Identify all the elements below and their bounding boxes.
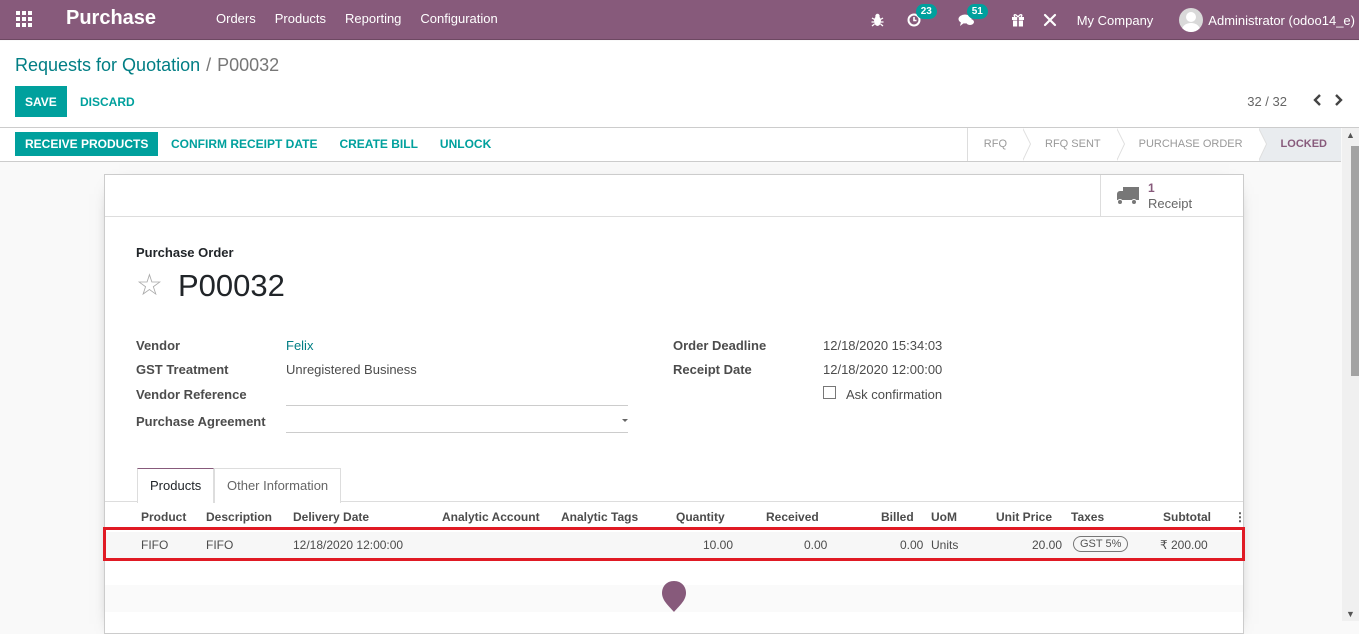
vendor-reference-input[interactable] — [286, 386, 628, 406]
activity-clock-icon[interactable]: 23 — [907, 4, 937, 27]
gift-icon[interactable] — [1011, 13, 1025, 27]
smart-button-box: 1 Receipt — [105, 175, 1243, 217]
control-panel: Requests for Quotation / P00032 SAVE DISCA… — [0, 41, 1359, 128]
col-delivery-date[interactable]: Delivery Date — [293, 510, 369, 524]
col-unit-price[interactable]: Unit Price — [996, 510, 1052, 524]
company-switcher[interactable]: My Company — [1077, 13, 1154, 28]
breadcrumb-current: P00032 — [217, 55, 280, 75]
apps-menu-icon[interactable] — [16, 11, 32, 27]
ask-confirmation-checkbox[interactable] — [823, 386, 836, 399]
status-bar-actions: CONFIRM RECEIPT DATE CREATE BILL UNLOCK — [160, 132, 502, 156]
cell-delivery-date: 12/18/2020 12:00:00 — [293, 538, 404, 552]
confirm-receipt-date-button[interactable]: CONFIRM RECEIPT DATE — [160, 132, 328, 156]
user-name: Administrator (odoo14_e) — [1208, 12, 1355, 28]
scroll-thumb[interactable] — [1351, 146, 1359, 376]
vendor-label: Vendor — [136, 338, 181, 353]
star-icon[interactable]: ☆ — [136, 270, 163, 302]
scroll-up-icon[interactable]: ▲ — [1346, 130, 1355, 140]
truck-icon — [1117, 187, 1139, 205]
order-name: P00032 — [178, 268, 285, 303]
col-billed[interactable]: Billed — [881, 510, 914, 524]
cell-quantity: 10.00 — [703, 538, 734, 552]
systray: 23 51 My Company Administrator (odoo14_e… — [871, 0, 1359, 40]
unlock-button[interactable]: UNLOCK — [429, 132, 502, 156]
order-deadline-label: Order Deadline — [673, 338, 767, 353]
messages-count-badge: 51 — [966, 4, 988, 19]
ask-confirmation-label: Ask confirmation — [846, 387, 943, 402]
cell-subtotal: ₹ 200.00 — [1160, 538, 1208, 552]
pager-previous-icon[interactable] — [1313, 93, 1322, 110]
col-analytic-account[interactable]: Analytic Account — [442, 510, 540, 524]
form-title-label: Purchase Order — [136, 245, 234, 260]
cell-product: FIFO — [141, 538, 169, 552]
gst-treatment-value: Unregistered Business — [286, 362, 417, 377]
col-description[interactable]: Description — [206, 510, 272, 524]
app-name: Purchase — [66, 7, 157, 29]
top-navbar: Purchase Orders Products Reporting Confi… — [0, 0, 1359, 40]
col-quantity[interactable]: Quantity — [676, 510, 725, 524]
menu-configuration[interactable]: Configuration — [420, 11, 497, 26]
status-bar: RECEIVE PRODUCTS CONFIRM RECEIPT DATE CR… — [0, 128, 1341, 162]
messages-chat-icon[interactable]: 51 — [958, 4, 988, 27]
scroll-down-icon[interactable]: ▼ — [1346, 609, 1355, 619]
col-received[interactable]: Received — [766, 510, 819, 524]
tab-products[interactable]: Products — [137, 468, 215, 503]
col-taxes[interactable]: Taxes — [1071, 510, 1104, 524]
cell-billed: 0.00 — [900, 538, 924, 552]
pager-next-icon[interactable] — [1334, 93, 1343, 110]
status-stages: RFQ RFQ SENT PURCHASE ORDER LOCKED — [966, 128, 1341, 161]
cell-unit-price: 20.00 — [1032, 538, 1063, 552]
breadcrumb-separator: / — [206, 55, 212, 75]
stage-rfq[interactable]: RFQ — [967, 128, 1032, 161]
chevron-down-icon — [622, 419, 628, 422]
activity-count-badge: 23 — [915, 4, 937, 19]
user-menu[interactable]: Administrator (odoo14_e) — [1179, 8, 1355, 32]
receipt-smart-button[interactable]: 1 Receipt — [1100, 175, 1243, 217]
vendor-value[interactable]: Felix — [286, 338, 313, 353]
breadcrumb: Requests for Quotation / P00032 — [15, 55, 279, 76]
main-menu: Orders Products Reporting Configuration — [216, 11, 517, 26]
table-header: Product Description Delivery Date Analyt… — [105, 503, 1246, 531]
tax-tag: GST 5% — [1073, 536, 1129, 552]
menu-orders[interactable]: Orders — [216, 11, 256, 26]
col-analytic-tags[interactable]: Analytic Tags — [561, 510, 638, 524]
form-sheet: 1 Receipt Purchase Order ☆ P00032 Vendor… — [103, 174, 1246, 634]
avatar — [1179, 8, 1204, 32]
receipt-count: 1 — [1148, 181, 1155, 195]
debug-bug-icon[interactable] — [871, 13, 884, 27]
page-scrollbar[interactable]: ▲ ▼ — [1342, 128, 1359, 621]
breadcrumb-parent[interactable]: Requests for Quotation — [15, 55, 200, 75]
receive-products-button[interactable]: RECEIVE PRODUCTS — [15, 132, 159, 156]
tab-other-information[interactable]: Other Information — [214, 468, 342, 503]
pager: 32 / 32 — [1247, 93, 1343, 110]
order-deadline-value: 12/18/2020 15:34:03 — [823, 338, 943, 353]
cell-received: 0.00 — [804, 538, 828, 552]
gst-treatment-label: GST Treatment — [136, 362, 229, 377]
cell-description: FIFO — [206, 538, 234, 552]
tools-icon[interactable] — [1043, 13, 1057, 27]
receipt-label: Receipt — [1148, 196, 1193, 211]
col-uom[interactable]: UoM — [931, 510, 957, 524]
create-bill-button[interactable]: CREATE BILL — [328, 132, 428, 156]
pager-value[interactable]: 32 / 32 — [1247, 94, 1287, 109]
stage-rfq-sent[interactable]: RFQ SENT — [1023, 128, 1125, 161]
menu-reporting[interactable]: Reporting — [345, 11, 401, 26]
stage-locked: LOCKED — [1258, 128, 1341, 161]
vendor-reference-label: Vendor Reference — [136, 387, 247, 402]
stage-purchase-order[interactable]: PURCHASE ORDER — [1116, 128, 1267, 161]
notebook-tabs: Products Other Information — [105, 468, 1243, 503]
receipt-date-value: 12/18/2020 12:00:00 — [823, 362, 943, 377]
col-product[interactable]: Product — [141, 510, 186, 524]
discard-button[interactable]: DISCARD — [72, 86, 143, 117]
purchase-agreement-label: Purchase Agreement — [136, 414, 266, 429]
cell-uom: Units — [931, 538, 959, 552]
col-subtotal[interactable]: Subtotal — [1163, 510, 1211, 524]
menu-products[interactable]: Products — [275, 11, 326, 26]
loading-pin-icon — [662, 581, 686, 612]
receipt-date-label: Receipt Date — [673, 362, 752, 377]
table-row[interactable]: FIFO FIFO 12/18/2020 12:00:00 10.00 0.00… — [105, 532, 1243, 558]
optional-columns-kebab-icon[interactable]: ⋮ — [1234, 510, 1246, 524]
purchase-agreement-select[interactable] — [286, 413, 628, 433]
save-button[interactable]: SAVE — [15, 86, 67, 117]
